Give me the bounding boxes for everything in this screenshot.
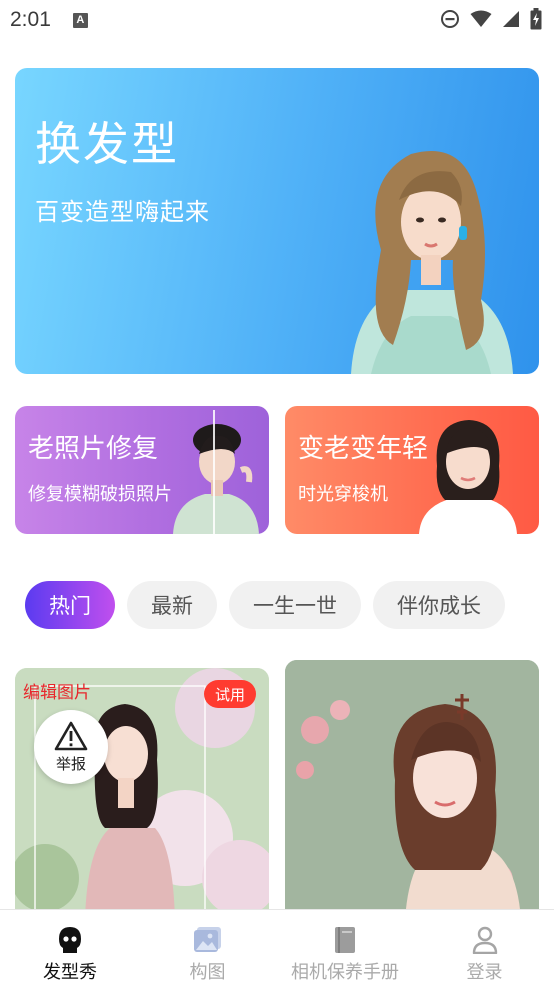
status-bar: 2:01 A (0, 0, 554, 40)
nav-label: 构图 (189, 962, 226, 983)
hero-title: 换发型 (35, 117, 179, 171)
notification-icon: A (72, 12, 88, 28)
hero-subtitle: 百变造型嗨起来 (35, 198, 210, 226)
status-icons (440, 8, 542, 30)
bottom-nav: 发型秀 构图 相机保养手册 登录 (0, 909, 554, 984)
hero-banner-change-hairstyle[interactable]: 换发型 百变造型嗨起来 (15, 68, 539, 374)
gallery-icon (193, 927, 221, 952)
warning-icon (54, 721, 88, 750)
template-tile[interactable] (285, 660, 539, 920)
nav-composition[interactable]: 构图 (140, 910, 275, 984)
wifi-icon (470, 10, 492, 27)
card-age-transform[interactable]: 变老变年轻 时光穿梭机 (285, 406, 539, 534)
card-title: 老照片修复 (28, 434, 159, 464)
card-title: 变老变年轻 (298, 434, 429, 464)
edit-image-label[interactable]: 编辑图片 (23, 678, 91, 703)
category-tabs: 热门 最新 一生一世 伴你成长 (25, 581, 554, 631)
old-photo-figure-image (173, 410, 259, 534)
status-time: 2:01 (10, 8, 51, 31)
young-woman-figure-image (419, 420, 517, 534)
tab-lifetime[interactable]: 一生一世 (229, 581, 361, 629)
hairstyle-face-icon (59, 927, 81, 953)
nav-camera-manual[interactable]: 相机保养手册 (275, 910, 415, 984)
trial-badge: 试用 (204, 680, 256, 708)
nav-label: 相机保养手册 (291, 962, 399, 983)
nav-label: 发型秀 (43, 962, 97, 983)
app-screen: 2:01 A 换发型 百变造型嗨起来 老照片修复 修复模糊破损照片 变老变年轻 … (0, 0, 554, 984)
user-icon (472, 926, 497, 954)
nav-hairstyle[interactable]: 发型秀 (0, 910, 140, 984)
tab-grow-with-you[interactable]: 伴你成长 (373, 581, 505, 629)
card-subtitle: 修复模糊破损照片 (28, 484, 172, 505)
template-tile[interactable]: 编辑图片 试用 举报 (15, 668, 269, 920)
card-subtitle: 时光穿梭机 (298, 484, 388, 505)
card-old-photo-restore[interactable]: 老照片修复 修复模糊破损照片 (15, 406, 269, 534)
book-icon (335, 927, 355, 953)
hero-model-image (351, 150, 513, 374)
dnd-icon (441, 10, 459, 28)
template-photo-image (285, 660, 539, 920)
tab-latest[interactable]: 最新 (127, 581, 217, 629)
report-label: 举报 (55, 754, 86, 773)
signal-icon (503, 11, 519, 27)
nav-login[interactable]: 登录 (415, 910, 554, 984)
tab-hot[interactable]: 热门 (25, 581, 115, 629)
nav-label: 登录 (466, 962, 503, 983)
report-button[interactable]: 举报 (34, 710, 108, 784)
battery-charging-icon (530, 8, 542, 30)
